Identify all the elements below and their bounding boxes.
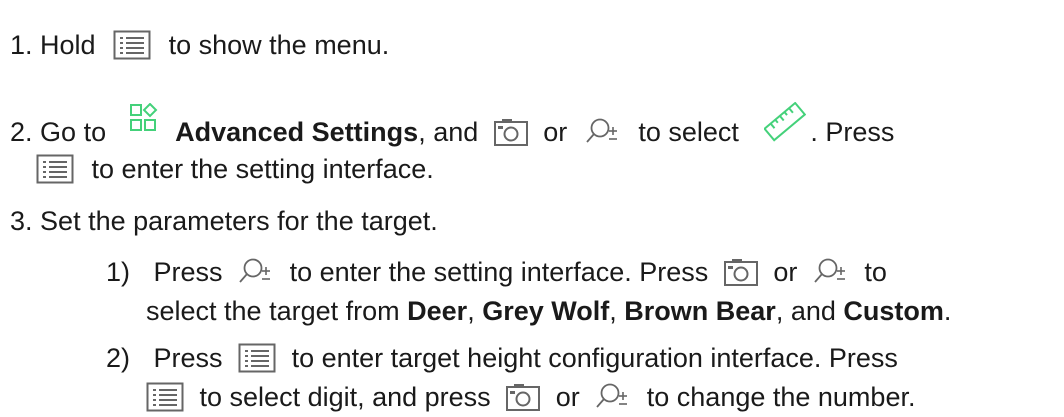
step-text: . Press bbox=[810, 117, 895, 147]
step-text: Press bbox=[153, 256, 223, 287]
substep-number: 1) bbox=[106, 256, 131, 287]
step-text: to change the number. bbox=[646, 381, 916, 412]
substep-2-continued: to select digit, and press or to change … bbox=[146, 378, 915, 414]
substep-1: 1) Press to enter the setting interface.… bbox=[106, 253, 887, 289]
step-text: Hold bbox=[40, 29, 96, 60]
zoom-button-icon bbox=[238, 257, 274, 287]
advanced-settings-label: Advanced Settings bbox=[175, 117, 419, 147]
zoom-button-icon bbox=[595, 382, 631, 412]
substep-1-continued: select the target from Deer, Grey Wolf , … bbox=[146, 292, 951, 328]
zoom-button-icon bbox=[813, 257, 849, 287]
step-text: or bbox=[543, 117, 568, 147]
target-deer: Deer bbox=[407, 295, 468, 326]
menu-button-icon bbox=[36, 154, 74, 184]
step-text: select the target from bbox=[146, 295, 400, 326]
menu-button-icon bbox=[146, 382, 184, 412]
camera-button-icon bbox=[723, 258, 758, 286]
step-text: or bbox=[773, 256, 798, 287]
separator: , bbox=[609, 295, 617, 326]
step-2-continued: to enter the setting interface. bbox=[36, 150, 434, 186]
step-text: to select digit, and press bbox=[199, 381, 491, 412]
ruler-icon bbox=[764, 102, 807, 142]
camera-button-icon bbox=[506, 383, 541, 411]
step-text: to enter target height configuration int… bbox=[291, 342, 898, 373]
target-custom: Custom bbox=[843, 295, 944, 326]
step-number: 2. bbox=[10, 117, 33, 147]
step-number: 1. bbox=[10, 29, 33, 60]
step-text: , and bbox=[418, 117, 479, 147]
menu-button-icon bbox=[238, 343, 276, 373]
step-3: 3. Set the parameters for the target. bbox=[10, 202, 438, 238]
menu-button-icon bbox=[113, 30, 151, 60]
period: . bbox=[943, 295, 952, 326]
separator: , and bbox=[775, 295, 836, 326]
advanced-settings-icon bbox=[129, 103, 158, 133]
step-text: to bbox=[864, 256, 887, 287]
step-2: 2. Go to Advanced Settings, and or to se… bbox=[10, 102, 895, 152]
step-text: Press bbox=[153, 342, 223, 373]
step-text: to enter the setting interface. Press bbox=[289, 256, 709, 287]
camera-button-icon bbox=[493, 118, 528, 146]
step-text: to show the menu. bbox=[168, 29, 390, 60]
step-text: Go to bbox=[40, 117, 107, 147]
target-brown-bear: Brown Bear bbox=[624, 295, 776, 326]
substep-number: 2) bbox=[106, 342, 131, 373]
zoom-button-icon bbox=[585, 117, 621, 147]
step-text: to enter the setting interface. bbox=[91, 153, 434, 184]
target-grey-wolf: Grey Wolf bbox=[482, 295, 610, 326]
separator: , bbox=[467, 295, 475, 326]
step-text: Set the parameters for the target. bbox=[40, 205, 438, 236]
substep-2: 2) Press to enter target height configur… bbox=[106, 339, 898, 375]
step-text: to select bbox=[638, 117, 739, 147]
step-1: 1. Hold to show the menu. bbox=[10, 26, 389, 62]
step-number: 3. bbox=[10, 205, 33, 236]
step-text: or bbox=[555, 381, 580, 412]
